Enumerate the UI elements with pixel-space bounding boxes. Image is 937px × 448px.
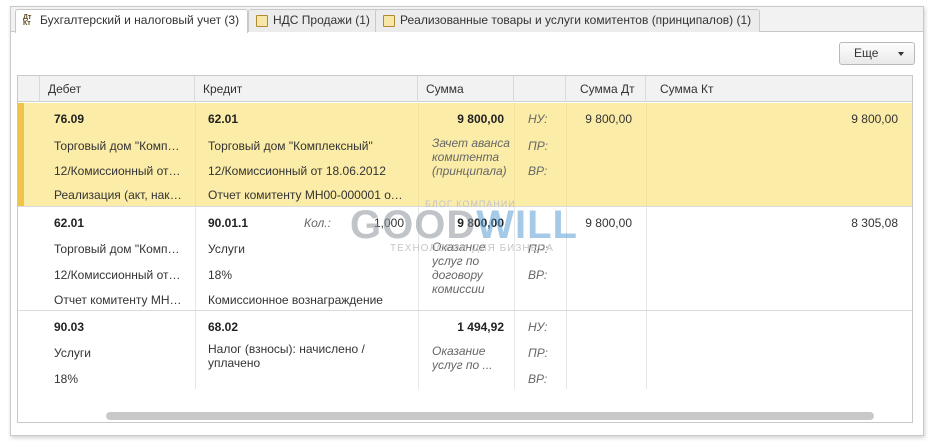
posting-content: Оказание услуг по ... bbox=[432, 344, 493, 372]
table-header: Дебет Кредит Сумма Сумма Дт Сумма Кт bbox=[18, 76, 912, 102]
credit-subconto-1: Налог (взносы): начислено / уплачено bbox=[208, 342, 365, 370]
header-debit[interactable]: Дебет bbox=[40, 76, 195, 102]
header-marker bbox=[18, 76, 40, 102]
credit-subconto-2: 12/Комиссионный от 18.06.2012 bbox=[208, 164, 386, 178]
debit-subconto-2: 12/Комиссионный от 18.06.2012 bbox=[54, 268, 182, 282]
sum-kt-value: 9 800,00 bbox=[851, 112, 898, 126]
table-row[interactable]: 90.03 Услуги 18% 68.02 Налог (взносы): н… bbox=[18, 311, 912, 389]
tag-pr: ПР: bbox=[528, 346, 548, 360]
posting-window: Дт Кт Бухгалтерский и налоговый учет (3) … bbox=[10, 6, 924, 436]
credit-account: 68.02 bbox=[208, 320, 239, 334]
debit-subconto-1: Торговый дом "Комплексный" bbox=[54, 242, 182, 256]
debit-subconto-3: Реализация (акт, накладная) bbox=[54, 188, 182, 202]
header-credit[interactable]: Кредит bbox=[195, 76, 418, 102]
tag-pr: ПР: bbox=[528, 139, 548, 153]
debit-account: 62.01 bbox=[54, 216, 85, 230]
header-sum-dt[interactable]: Сумма Дт bbox=[566, 76, 646, 102]
credit-subconto-2: 18% bbox=[208, 268, 233, 282]
document-icon bbox=[256, 15, 268, 27]
qty-label: Кол.: bbox=[304, 216, 331, 230]
tab-label: Реализованные товары и услуги комитентов… bbox=[400, 13, 752, 27]
more-button[interactable]: Еще bbox=[839, 42, 915, 65]
credit-account: 62.01 bbox=[208, 112, 239, 126]
tag-vr: ВР: bbox=[528, 164, 548, 178]
tab-consignor-goods[interactable]: Реализованные товары и услуги комитентов… bbox=[375, 9, 761, 32]
sum-dt-value: 9 800,00 bbox=[585, 216, 632, 230]
debit-account: 76.09 bbox=[54, 112, 85, 126]
more-button-label: Еще bbox=[854, 46, 879, 60]
debit-subconto-1: Услуги bbox=[54, 346, 91, 360]
tag-nu: НУ: bbox=[528, 112, 548, 126]
table-row[interactable]: 76.09 Торговый дом "Комплексный" 12/Коми… bbox=[18, 103, 912, 207]
header-sum[interactable]: Сумма bbox=[418, 76, 514, 102]
tag-pr: ПР: bbox=[528, 242, 548, 256]
dt-kt-icon: Дт Кт bbox=[23, 14, 32, 27]
credit-subconto-1: Торговый дом "Комплексный" bbox=[208, 139, 373, 153]
sum-dt-value: 9 800,00 bbox=[585, 112, 632, 126]
debit-subconto-1: Торговый дом "Комплексный" bbox=[54, 139, 182, 153]
tab-label: Бухгалтерский и налоговый учет (3) bbox=[40, 13, 240, 27]
debit-subconto-2: 12/Комиссионный от 18.06.2012 bbox=[54, 164, 182, 178]
sum-value: 1 494,92 bbox=[457, 320, 504, 334]
header-sum-kt[interactable]: Сумма Кт bbox=[646, 76, 912, 102]
debit-subconto-2: 18% bbox=[54, 372, 79, 386]
tab-accounting-tax[interactable]: Дт Кт Бухгалтерский и налоговый учет (3) bbox=[15, 9, 249, 33]
sum-value: 9 800,00 bbox=[457, 112, 504, 126]
credit-account: 90.01.1 bbox=[208, 216, 249, 230]
tab-vat-sales[interactable]: НДС Продажи (1) bbox=[248, 9, 379, 32]
credit-subconto-1: Услуги bbox=[208, 242, 245, 256]
row-marker bbox=[18, 103, 24, 206]
sum-kt-value: 8 305,08 bbox=[851, 216, 898, 230]
document-icon bbox=[383, 15, 395, 27]
posting-content: Зачет аванса комитента (принципала) bbox=[432, 136, 510, 178]
tag-vr: ВР: bbox=[528, 268, 548, 282]
postings-table: Дебет Кредит Сумма Сумма Дт Сумма Кт 76.… bbox=[17, 75, 913, 423]
tab-label: НДС Продажи (1) bbox=[273, 13, 370, 27]
header-tag bbox=[514, 76, 566, 102]
debit-account: 90.03 bbox=[54, 320, 85, 334]
posting-content: Оказание услуг по договору комиссии bbox=[432, 240, 486, 296]
qty-value: 1,000 bbox=[373, 216, 404, 230]
sum-value: 9 800,00 bbox=[457, 216, 504, 230]
chevron-down-icon bbox=[898, 52, 904, 56]
tag-vr: ВР: bbox=[528, 372, 548, 386]
table-row[interactable]: 62.01 Торговый дом "Комплексный" 12/Коми… bbox=[18, 207, 912, 311]
credit-subconto-3: Отчет комитенту МН00-000001 от 18.06.201… bbox=[208, 188, 403, 202]
credit-subconto-3: Комиссионное вознаграждение bbox=[208, 293, 383, 307]
horizontal-scrollbar[interactable] bbox=[106, 412, 874, 420]
debit-subconto-3: Отчет комитенту МН00-000001 bbox=[54, 293, 182, 307]
tab-bar: Дт Кт Бухгалтерский и налоговый учет (3) … bbox=[11, 7, 923, 33]
tag-nu: НУ: bbox=[528, 320, 548, 334]
